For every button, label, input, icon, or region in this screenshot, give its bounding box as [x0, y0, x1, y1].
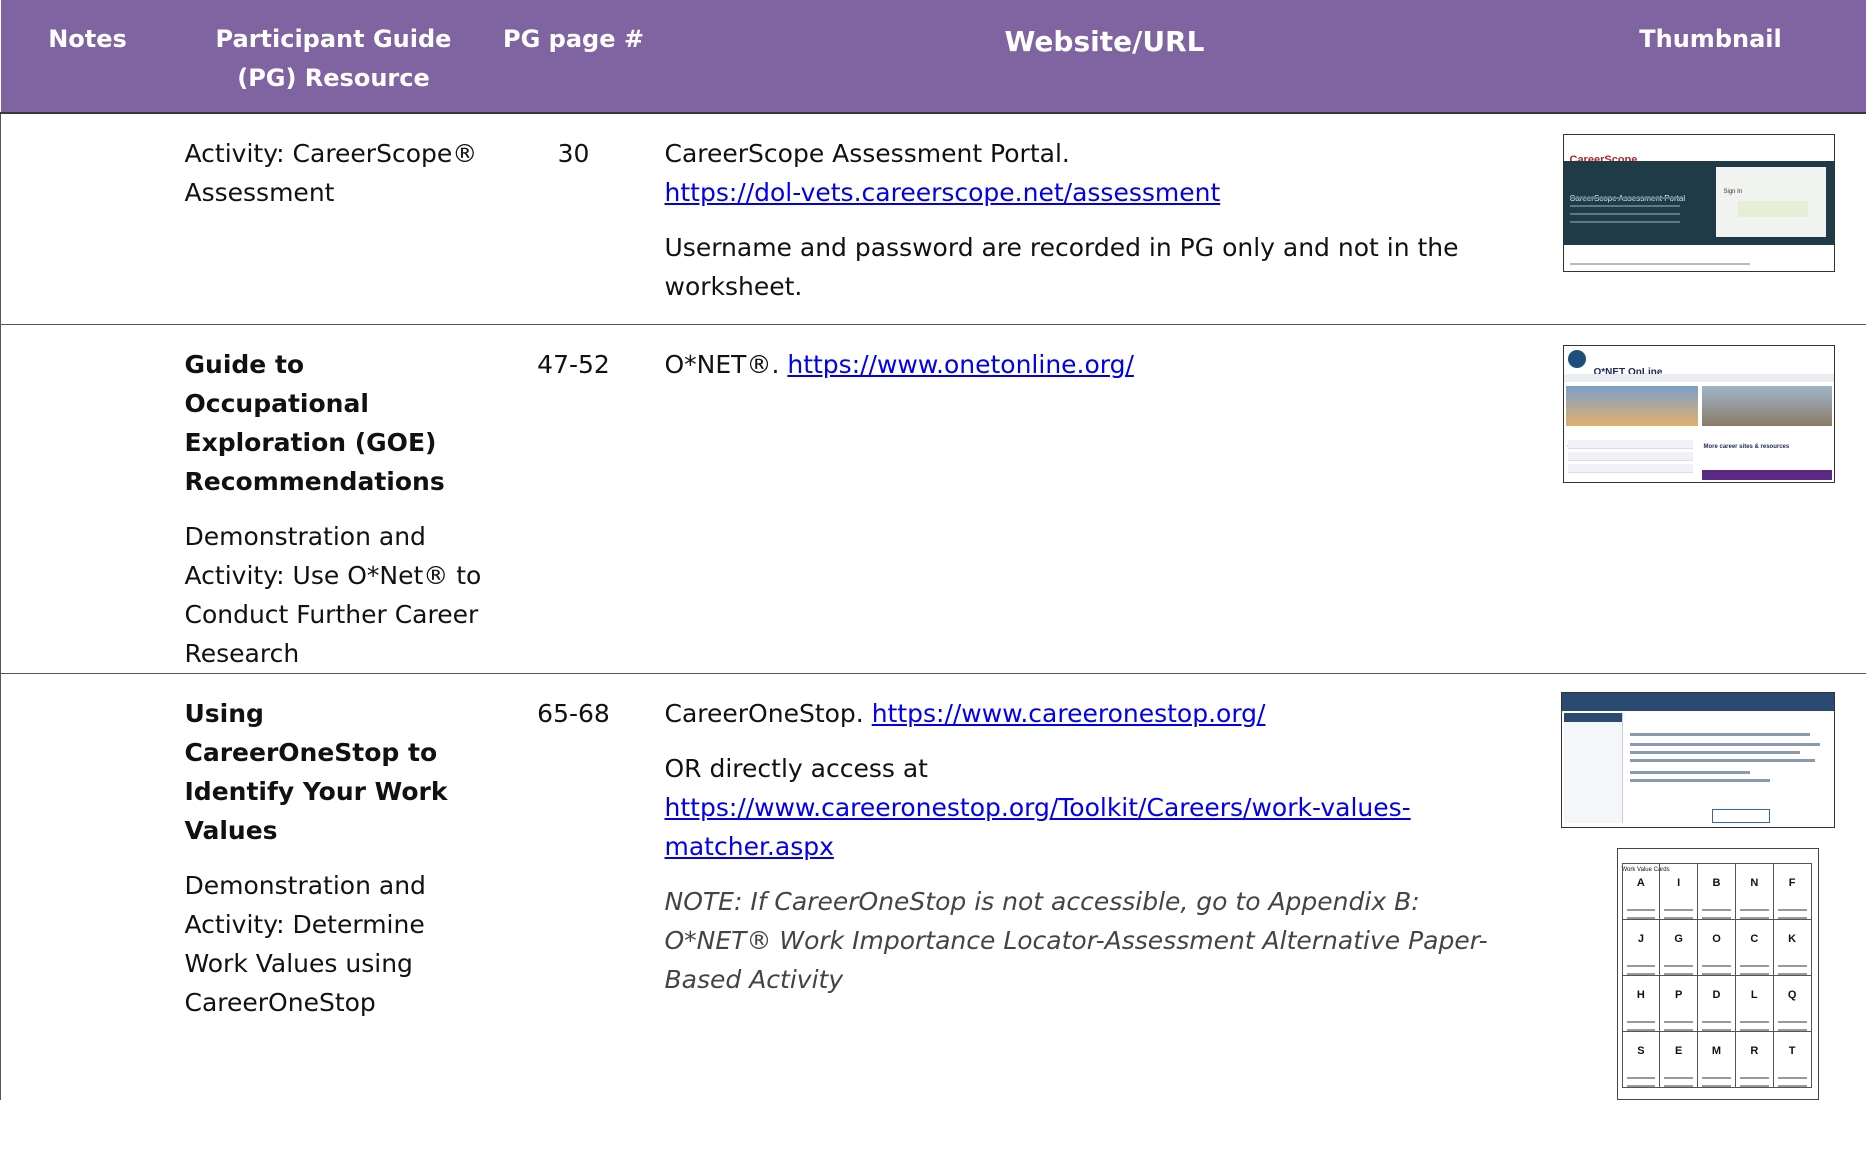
card-cell: D: [1697, 974, 1736, 1032]
site-name: CareerScope Assessment Portal.: [664, 139, 1070, 168]
card-cell: E: [1659, 1030, 1699, 1088]
credentials-note: Username and password are recorded in PG…: [664, 233, 1459, 301]
notes-cell: [0, 113, 175, 325]
work-value-cards-thumbnail: Work Value Cards A I B N F J G O C K H P…: [1616, 847, 1819, 1100]
thumbnail-cell: O*NET OnLine O*NET OnLine features More …: [1554, 324, 1866, 674]
url-cell: O*NET®. https://www.onetonline.org/: [654, 324, 1555, 674]
card-cell: M: [1697, 1030, 1736, 1088]
header-url: Website/URL: [654, 0, 1555, 114]
alt-access-prefix: OR directly access at: [664, 753, 928, 783]
card-cell: K: [1772, 918, 1812, 976]
header-notes: Notes: [0, 0, 175, 114]
resource-cell: Activity: CareerScope® Assessment: [174, 113, 493, 325]
card-cell: B: [1697, 862, 1736, 920]
page-cell: 65-68: [537, 698, 610, 728]
header-page: PG page #: [492, 0, 655, 114]
card-cell: J: [1621, 918, 1661, 976]
site-name: O*NET®.: [664, 349, 780, 379]
notes-cell: [0, 324, 175, 674]
card-cell: T: [1772, 1030, 1812, 1088]
header-resource: Participant Guide (PG) Resource: [174, 0, 493, 114]
resource-cell: Guide to Occupational Exploration (GOE) …: [174, 324, 493, 674]
resource-table: Notes Participant Guide (PG) Resource PG…: [0, 0, 1866, 1100]
onet-thumbnail: O*NET OnLine O*NET OnLine features More …: [1562, 344, 1835, 483]
card-cell: G: [1659, 918, 1699, 976]
resource-title: Guide to Occupational Exploration (GOE) …: [184, 349, 445, 496]
careerscope-thumbnail: CareerScope CareerScope Assessment Porta…: [1562, 134, 1835, 272]
page-cell: 47-52: [492, 324, 655, 674]
careerscope-link[interactable]: https://dol-vets.careerscope.net/assessm…: [665, 178, 1221, 207]
work-values-matcher-thumbnail: Work Values Matcher: [1560, 691, 1835, 828]
site-name: CareerOneStop.: [664, 698, 864, 728]
resource-text: Demonstration and Activity: Use O*Net® t…: [184, 521, 482, 668]
card-cell: L: [1734, 974, 1774, 1032]
card-cell: A: [1621, 862, 1661, 920]
resource-title: Using CareerOneStop to Identify Your Wor…: [184, 698, 448, 845]
page-cell: 30: [492, 113, 655, 325]
card-cell: Q: [1772, 974, 1812, 1032]
card-cell: F: [1772, 862, 1812, 920]
work-values-matcher-link[interactable]: https://www.careeronestop.org/Toolkit/Ca…: [665, 793, 1411, 861]
resource-cell: Using CareerOneStop to Identify Your Wor…: [175, 673, 493, 1100]
url-cell: CareerScope Assessment Portal. https://d…: [654, 113, 1555, 325]
card-cell: C: [1734, 918, 1774, 976]
fallback-note: NOTE: If CareerOneStop is not accessible…: [664, 886, 1488, 994]
notes-cell: [0, 673, 175, 1100]
resource-text: Activity: CareerScope® Assessment: [184, 139, 478, 207]
header-row: Notes Participant Guide (PG) Resource PG…: [0, 0, 1866, 114]
header-thumbnail: Thumbnail: [1554, 0, 1866, 114]
thumbnail-cell: CareerScope CareerScope Assessment Porta…: [1554, 113, 1866, 325]
thumbnail-cell: Work Values Matcher Work Value Cards A: [1554, 673, 1866, 1100]
card-cell: I: [1659, 862, 1699, 920]
url-cell: CareerOneStop. https://www.careeronestop…: [655, 673, 1555, 1100]
card-cell: P: [1659, 974, 1699, 1032]
cards-grid: A I B N F J G O C K H P D L Q S E M R T: [1621, 862, 1812, 1088]
table-row: Activity: CareerScope® Assessment 30 Car…: [0, 113, 1866, 325]
card-cell: N: [1734, 862, 1774, 920]
resource-text: Demonstration and Activity: Determine Wo…: [184, 870, 426, 1017]
card-cell: O: [1697, 918, 1736, 976]
card-cell: S: [1621, 1030, 1661, 1088]
onet-more-label: More career sites & resources: [1703, 443, 1790, 450]
card-cell: R: [1734, 1030, 1774, 1088]
table-row: Guide to Occupational Exploration (GOE) …: [0, 324, 1866, 674]
onet-link[interactable]: https://www.onetonline.org/: [787, 350, 1134, 379]
card-cell: H: [1621, 974, 1661, 1032]
table-row: Using CareerOneStop to Identify Your Wor…: [0, 673, 1866, 1100]
careeronestop-link[interactable]: https://www.careeronestop.org/: [872, 699, 1266, 728]
